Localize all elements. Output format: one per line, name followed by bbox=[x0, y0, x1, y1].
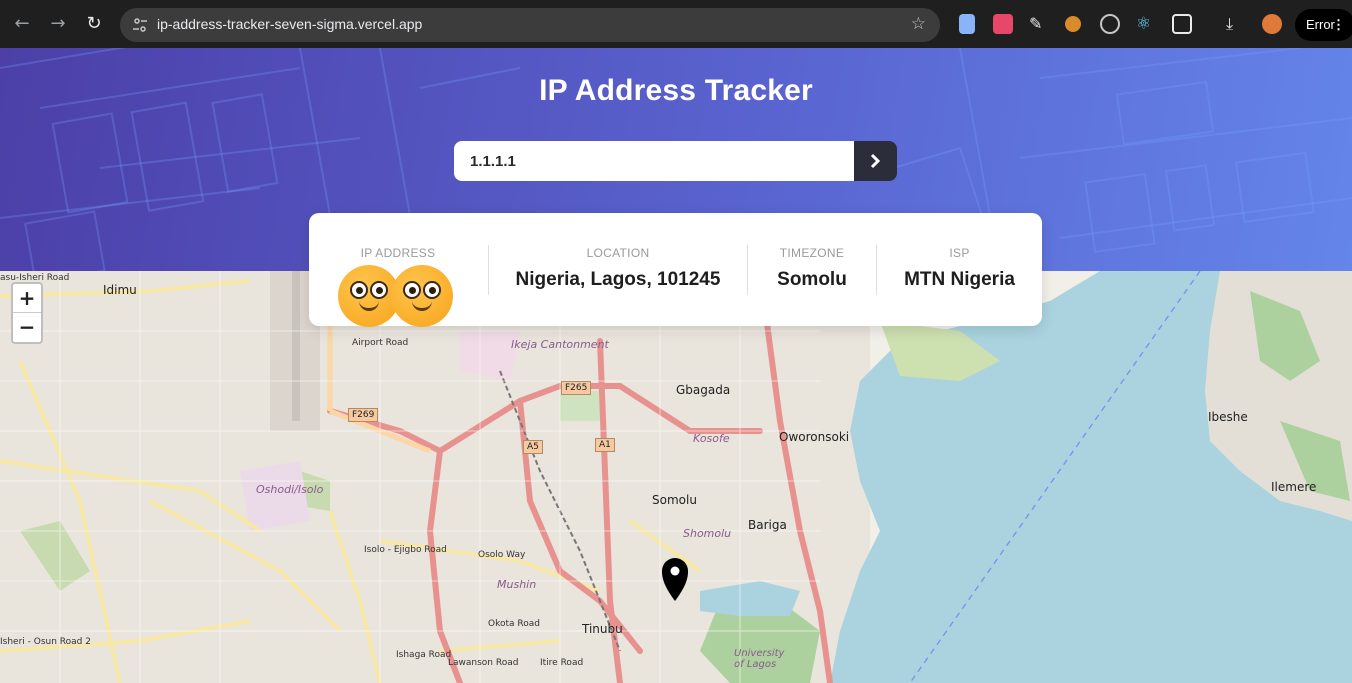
eyedropper-icon[interactable]: ✎ bbox=[1029, 14, 1049, 34]
react-icon[interactable]: ⚛ bbox=[1136, 14, 1156, 34]
road-label: Ishaga Road bbox=[396, 650, 452, 660]
bug-icon[interactable] bbox=[1065, 16, 1081, 32]
road-label: Isolo - Ejigbo Road bbox=[364, 545, 447, 555]
map-label-bariga: Bariga bbox=[748, 518, 787, 532]
ip-info-card: IP ADDRESS LOCATION Nigeria, Lagos, 1012… bbox=[309, 213, 1042, 327]
map-view[interactable]: Idimu Gbagada Oworonsoki Ibeshe Ilemere … bbox=[0, 271, 1352, 683]
road-label: Lawanson Road bbox=[448, 658, 519, 668]
road-label: Airport Road bbox=[352, 338, 409, 348]
address-bar[interactable]: ip-address-tracker-seven-sigma.vercel.ap… bbox=[120, 8, 940, 42]
zoom-out-button[interactable]: − bbox=[13, 313, 41, 342]
zoom-control: + − bbox=[11, 282, 43, 344]
isp-label: ISP bbox=[949, 246, 970, 260]
isp-value: MTN Nigeria bbox=[904, 269, 1015, 290]
url-text[interactable]: ip-address-tracker-seven-sigma.vercel.ap… bbox=[157, 16, 422, 32]
timezone-label: TIMEZONE bbox=[779, 246, 845, 260]
map-tiles[interactable] bbox=[0, 271, 1352, 683]
map-label-oworonsoki: Oworonsoki bbox=[779, 430, 850, 444]
ip-search-form bbox=[454, 141, 897, 181]
road-label: Itire Road bbox=[540, 658, 584, 668]
location-section: LOCATION Nigeria, Lagos, 101245 bbox=[489, 246, 747, 291]
map-label-kosofe: Kosofe bbox=[693, 432, 730, 445]
road-label: Osolo Way bbox=[478, 550, 526, 560]
ip-address-section: IP ADDRESS bbox=[309, 246, 487, 260]
profile-error-badge[interactable]: Error ⋮ bbox=[1295, 9, 1352, 41]
extensions-icon[interactable] bbox=[1172, 14, 1192, 34]
map-label-somolu: Somolu bbox=[652, 493, 697, 507]
site-settings-icon[interactable] bbox=[132, 17, 148, 33]
timezone-value: Somolu bbox=[777, 269, 847, 290]
avatar[interactable] bbox=[1262, 14, 1282, 34]
extension-icon[interactable] bbox=[993, 14, 1013, 34]
chevron-right-icon bbox=[870, 153, 881, 169]
map-label-oshodi-isolo: Oshodi/Isolo bbox=[256, 483, 324, 496]
map-label-ibeshe: Ibeshe bbox=[1208, 410, 1248, 424]
map-label-gbagada: Gbagada bbox=[676, 383, 731, 397]
menu-icon[interactable]: ⋮ bbox=[1332, 9, 1345, 41]
road-label: Isheri - Osun Road 2 bbox=[0, 637, 91, 647]
ip-address-label: IP ADDRESS bbox=[360, 246, 436, 260]
map-label-university-of-lagos: University of Lagos bbox=[734, 648, 785, 670]
map-label-ikeja-cantonment: Ikeja Cantonment bbox=[511, 338, 609, 351]
road-shield: A5 bbox=[523, 440, 543, 454]
profile-status-text: Error bbox=[1306, 17, 1335, 32]
search-submit-button[interactable] bbox=[854, 141, 897, 181]
map-label-ilemere: Ilemere bbox=[1271, 480, 1317, 494]
map-label-tinubu: Tinubu bbox=[582, 622, 623, 636]
road-label: Okota Road bbox=[488, 619, 540, 629]
road-shield: F269 bbox=[348, 408, 379, 422]
map-label-shomolu: Shomolu bbox=[683, 527, 732, 540]
isp-section: ISP MTN Nigeria bbox=[877, 246, 1042, 291]
location-label: LOCATION bbox=[586, 246, 650, 260]
downloads-icon[interactable]: ⤓ bbox=[1226, 14, 1246, 34]
road-shield: A1 bbox=[595, 438, 615, 452]
bookmark-star-icon[interactable]: ☆ bbox=[911, 14, 926, 34]
zoom-in-button[interactable]: + bbox=[13, 284, 41, 313]
location-value: Nigeria, Lagos, 101245 bbox=[515, 269, 721, 290]
extension-icon[interactable] bbox=[959, 14, 975, 34]
ip-search-input[interactable] bbox=[454, 141, 854, 181]
map-label-idimu: Idimu bbox=[103, 283, 137, 297]
forward-icon[interactable]: → bbox=[44, 10, 72, 38]
page-title: IP Address Tracker bbox=[539, 74, 813, 107]
timezone-section: TIMEZONE Somolu bbox=[748, 246, 876, 291]
back-icon[interactable]: ← bbox=[8, 10, 36, 38]
target-icon[interactable] bbox=[1100, 14, 1120, 34]
map-label-mushin: Mushin bbox=[497, 578, 537, 591]
browser-toolbar: ← → ↻ ip-address-tracker-seven-sigma.ver… bbox=[0, 0, 1352, 48]
smiley-emoji-icon bbox=[391, 265, 453, 327]
road-shield: F265 bbox=[561, 381, 592, 395]
reload-icon[interactable]: ↻ bbox=[80, 10, 108, 38]
